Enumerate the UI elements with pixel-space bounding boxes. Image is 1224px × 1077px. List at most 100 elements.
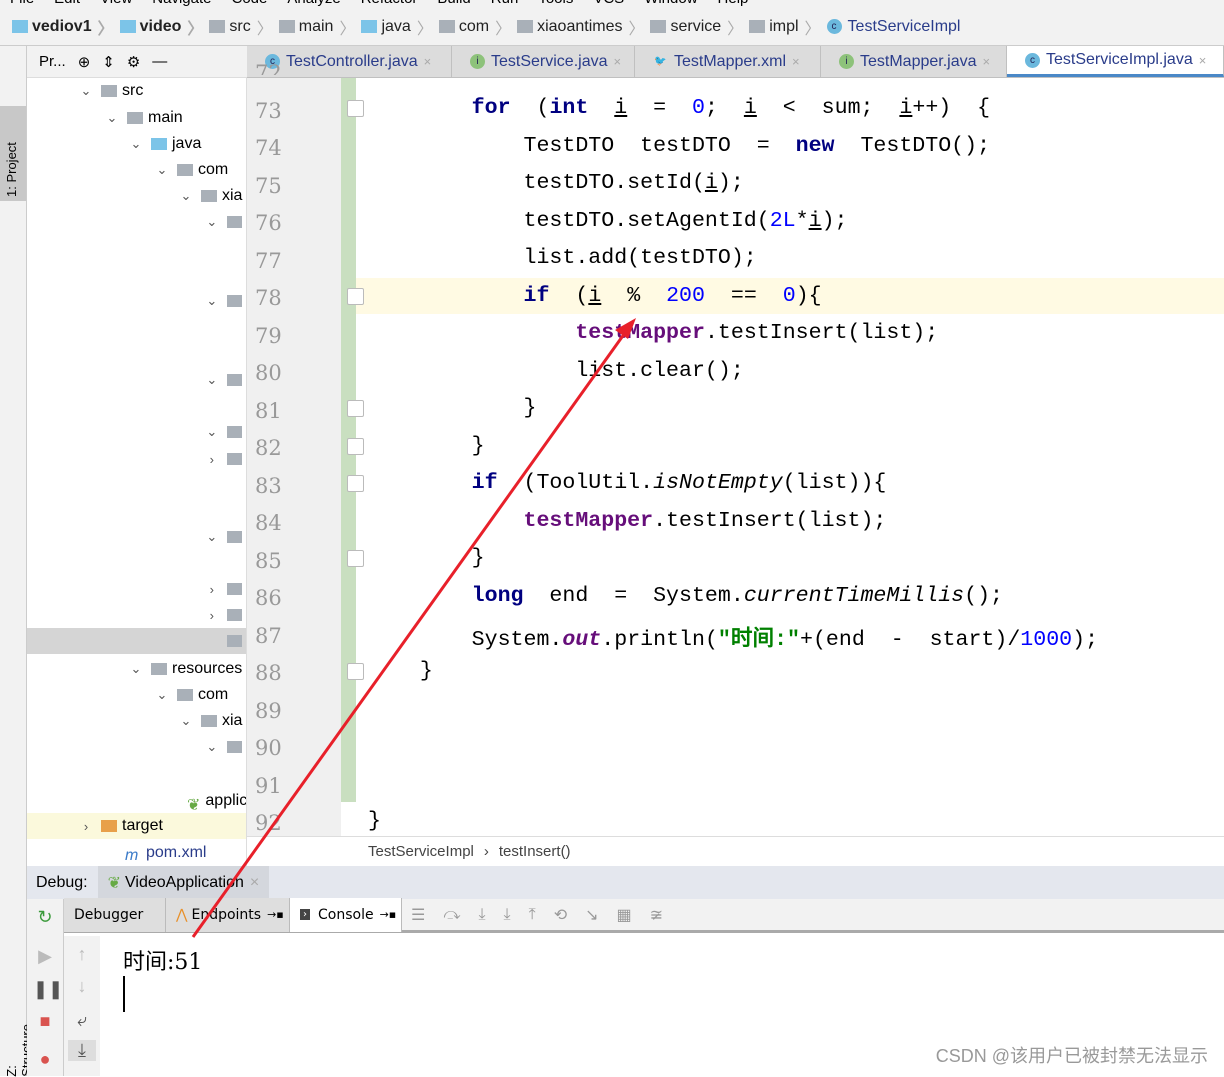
show-execution-point-icon[interactable]: ⤼ bbox=[443, 906, 460, 924]
chevron-right-icon[interactable]: › bbox=[79, 819, 93, 834]
tab-endpoints[interactable]: ⋀ Endpoints →▪ bbox=[166, 897, 290, 932]
tree-item[interactable]: ⌄ src bbox=[27, 78, 246, 104]
breakpoints-icon[interactable]: ● bbox=[33, 1049, 57, 1070]
chevron-down-icon[interactable]: ⌄ bbox=[179, 188, 193, 204]
chevron-down-icon[interactable]: ⌄ bbox=[79, 83, 93, 99]
breadcrumb-item[interactable]: service 〉 bbox=[650, 15, 749, 39]
close-tab-icon[interactable]: × bbox=[792, 54, 800, 69]
pause-icon[interactable]: ❚❚ bbox=[33, 979, 63, 1000]
tree-item[interactable]: › bbox=[27, 602, 246, 628]
chevron-down-icon[interactable]: ⌄ bbox=[155, 687, 169, 703]
close-tab-icon[interactable]: × bbox=[424, 54, 432, 69]
resume-icon[interactable]: ▶ bbox=[33, 946, 57, 967]
fold-marker-icon[interactable] bbox=[347, 662, 364, 680]
run-to-cursor-icon[interactable]: ↘ bbox=[585, 905, 598, 925]
tree-item[interactable]: ❦ applic bbox=[27, 788, 246, 814]
tree-item[interactable]: ⌄ java bbox=[27, 131, 246, 157]
fold-marker-icon[interactable] bbox=[347, 400, 364, 417]
chevron-down-icon[interactable]: ⌄ bbox=[155, 162, 169, 178]
menu-item[interactable]: Analyze bbox=[287, 0, 340, 7]
close-tab-icon[interactable]: × bbox=[614, 54, 622, 69]
breadcrumb-item[interactable]: c TestServiceImpl bbox=[826, 18, 960, 36]
drop-frame-icon[interactable]: ⟲ bbox=[554, 905, 567, 925]
tab-testmapper-java[interactable]: i TestMapper.java × bbox=[821, 46, 1007, 77]
fold-marker-icon[interactable] bbox=[347, 287, 364, 305]
chevron-right-icon[interactable]: › bbox=[205, 582, 219, 597]
down-icon[interactable]: ↓ bbox=[70, 976, 94, 997]
tree-item[interactable]: › target bbox=[27, 813, 246, 839]
breadcrumb-item[interactable]: com 〉 bbox=[438, 15, 517, 39]
breadcrumb-item[interactable]: src 〉 bbox=[209, 15, 278, 39]
tree-item[interactable]: m pom.xml bbox=[27, 840, 246, 866]
crumb-method[interactable]: testInsert() bbox=[499, 843, 571, 860]
chevron-down-icon[interactable]: ⌄ bbox=[205, 529, 219, 545]
close-tab-icon[interactable]: × bbox=[983, 54, 991, 69]
tab-testservice-java[interactable]: i TestService.java × bbox=[452, 46, 635, 77]
tree-item[interactable]: › bbox=[27, 576, 246, 602]
collapse-icon[interactable]: ⇕ bbox=[102, 53, 115, 71]
chevron-down-icon[interactable]: ⌄ bbox=[129, 661, 143, 677]
trace-icon[interactable]: ≆ bbox=[650, 905, 663, 925]
menu-item[interactable]: Code bbox=[231, 0, 267, 7]
menu-item[interactable]: Navigate bbox=[152, 0, 211, 7]
debug-session-tab[interactable]: ❦ VideoApplication × bbox=[97, 866, 270, 899]
soft-wrap-icon[interactable]: ⤶ bbox=[70, 1010, 94, 1031]
tree-item[interactable]: ⌄ bbox=[27, 524, 246, 550]
fold-marker-icon[interactable] bbox=[347, 550, 364, 567]
chevron-down-icon[interactable]: ⌄ bbox=[105, 110, 119, 126]
fold-marker-icon[interactable] bbox=[347, 475, 364, 492]
tree-item[interactable]: ⌄ bbox=[27, 734, 246, 760]
evaluate-icon[interactable]: ▦ bbox=[617, 905, 632, 925]
chevron-down-icon[interactable]: ⌄ bbox=[205, 739, 219, 755]
up-icon[interactable]: ↑ bbox=[70, 944, 94, 965]
stop-icon[interactable]: ■ bbox=[33, 1011, 57, 1032]
fold-marker-icon[interactable] bbox=[347, 437, 364, 455]
rerun-icon[interactable]: ↻ bbox=[33, 907, 57, 928]
project-tool-button[interactable]: 1: Project bbox=[0, 106, 26, 201]
tree-item[interactable]: ⌄ resources bbox=[27, 656, 246, 682]
hide-icon[interactable]: — bbox=[152, 53, 167, 70]
tree-item[interactable]: ⌄ xia bbox=[27, 708, 246, 734]
pin-icon[interactable]: →▪ bbox=[267, 908, 284, 921]
close-icon[interactable]: × bbox=[250, 874, 259, 892]
menu-icon[interactable]: ☰ bbox=[411, 905, 425, 925]
scroll-to-end-icon[interactable]: ⤓ bbox=[68, 1040, 96, 1061]
step-into-icon[interactable]: ⤓ bbox=[504, 906, 511, 924]
tab-testmapper-xml[interactable]: 🐦 TestMapper.xml × bbox=[635, 46, 821, 77]
tree-item[interactable]: ⌄ bbox=[27, 288, 246, 314]
project-view-selector[interactable]: Pr... bbox=[39, 53, 66, 70]
chevron-down-icon[interactable]: ⌄ bbox=[205, 293, 219, 309]
chevron-down-icon[interactable]: ⌄ bbox=[205, 372, 219, 388]
tree-item[interactable]: ⌄ bbox=[27, 367, 246, 393]
menu-item[interactable]: View bbox=[100, 0, 132, 7]
menu-item[interactable]: Build bbox=[437, 0, 470, 7]
tree-item[interactable]: ⌄ xia bbox=[27, 183, 246, 209]
chevron-down-icon[interactable]: ⌄ bbox=[205, 214, 219, 230]
menu-item[interactable]: File bbox=[10, 0, 34, 7]
menu-item[interactable]: Window bbox=[644, 0, 697, 7]
tree-item[interactable]: ⌄ com bbox=[27, 682, 246, 708]
step-over-icon[interactable]: ⤓ bbox=[478, 906, 485, 924]
tree-item[interactable]: ⌄ com bbox=[27, 157, 246, 183]
locate-icon[interactable]: ⊕ bbox=[78, 53, 91, 71]
tree-item[interactable] bbox=[27, 628, 246, 654]
pin-icon[interactable]: →▪ bbox=[380, 908, 397, 921]
tab-debugger[interactable]: Debugger bbox=[64, 897, 166, 932]
menu-item[interactable]: Edit bbox=[54, 0, 80, 7]
menu-item[interactable]: Help bbox=[718, 0, 749, 7]
gear-icon[interactable]: ⚙ bbox=[127, 53, 140, 71]
tab-testserviceimpl-java[interactable]: c TestServiceImpl.java × bbox=[1007, 46, 1224, 77]
fold-marker-icon[interactable] bbox=[347, 100, 364, 117]
menu-item[interactable]: VCS bbox=[593, 0, 624, 7]
close-tab-icon[interactable]: × bbox=[1199, 53, 1207, 68]
tree-item[interactable]: ⌄ main bbox=[27, 105, 246, 131]
menu-item[interactable]: Refactor bbox=[361, 0, 418, 7]
breadcrumb-item[interactable]: video 〉 bbox=[119, 15, 210, 39]
breadcrumb-item[interactable]: vediov1 〉 bbox=[12, 15, 120, 39]
chevron-down-icon[interactable]: ⌄ bbox=[205, 424, 219, 440]
step-out-icon[interactable]: ⤒ bbox=[529, 906, 536, 924]
chevron-right-icon[interactable]: › bbox=[205, 452, 219, 467]
crumb-class[interactable]: TestServiceImpl bbox=[368, 843, 474, 860]
menu-item[interactable]: Run bbox=[491, 0, 519, 7]
tab-console[interactable]: › Console →▪ bbox=[290, 897, 402, 932]
